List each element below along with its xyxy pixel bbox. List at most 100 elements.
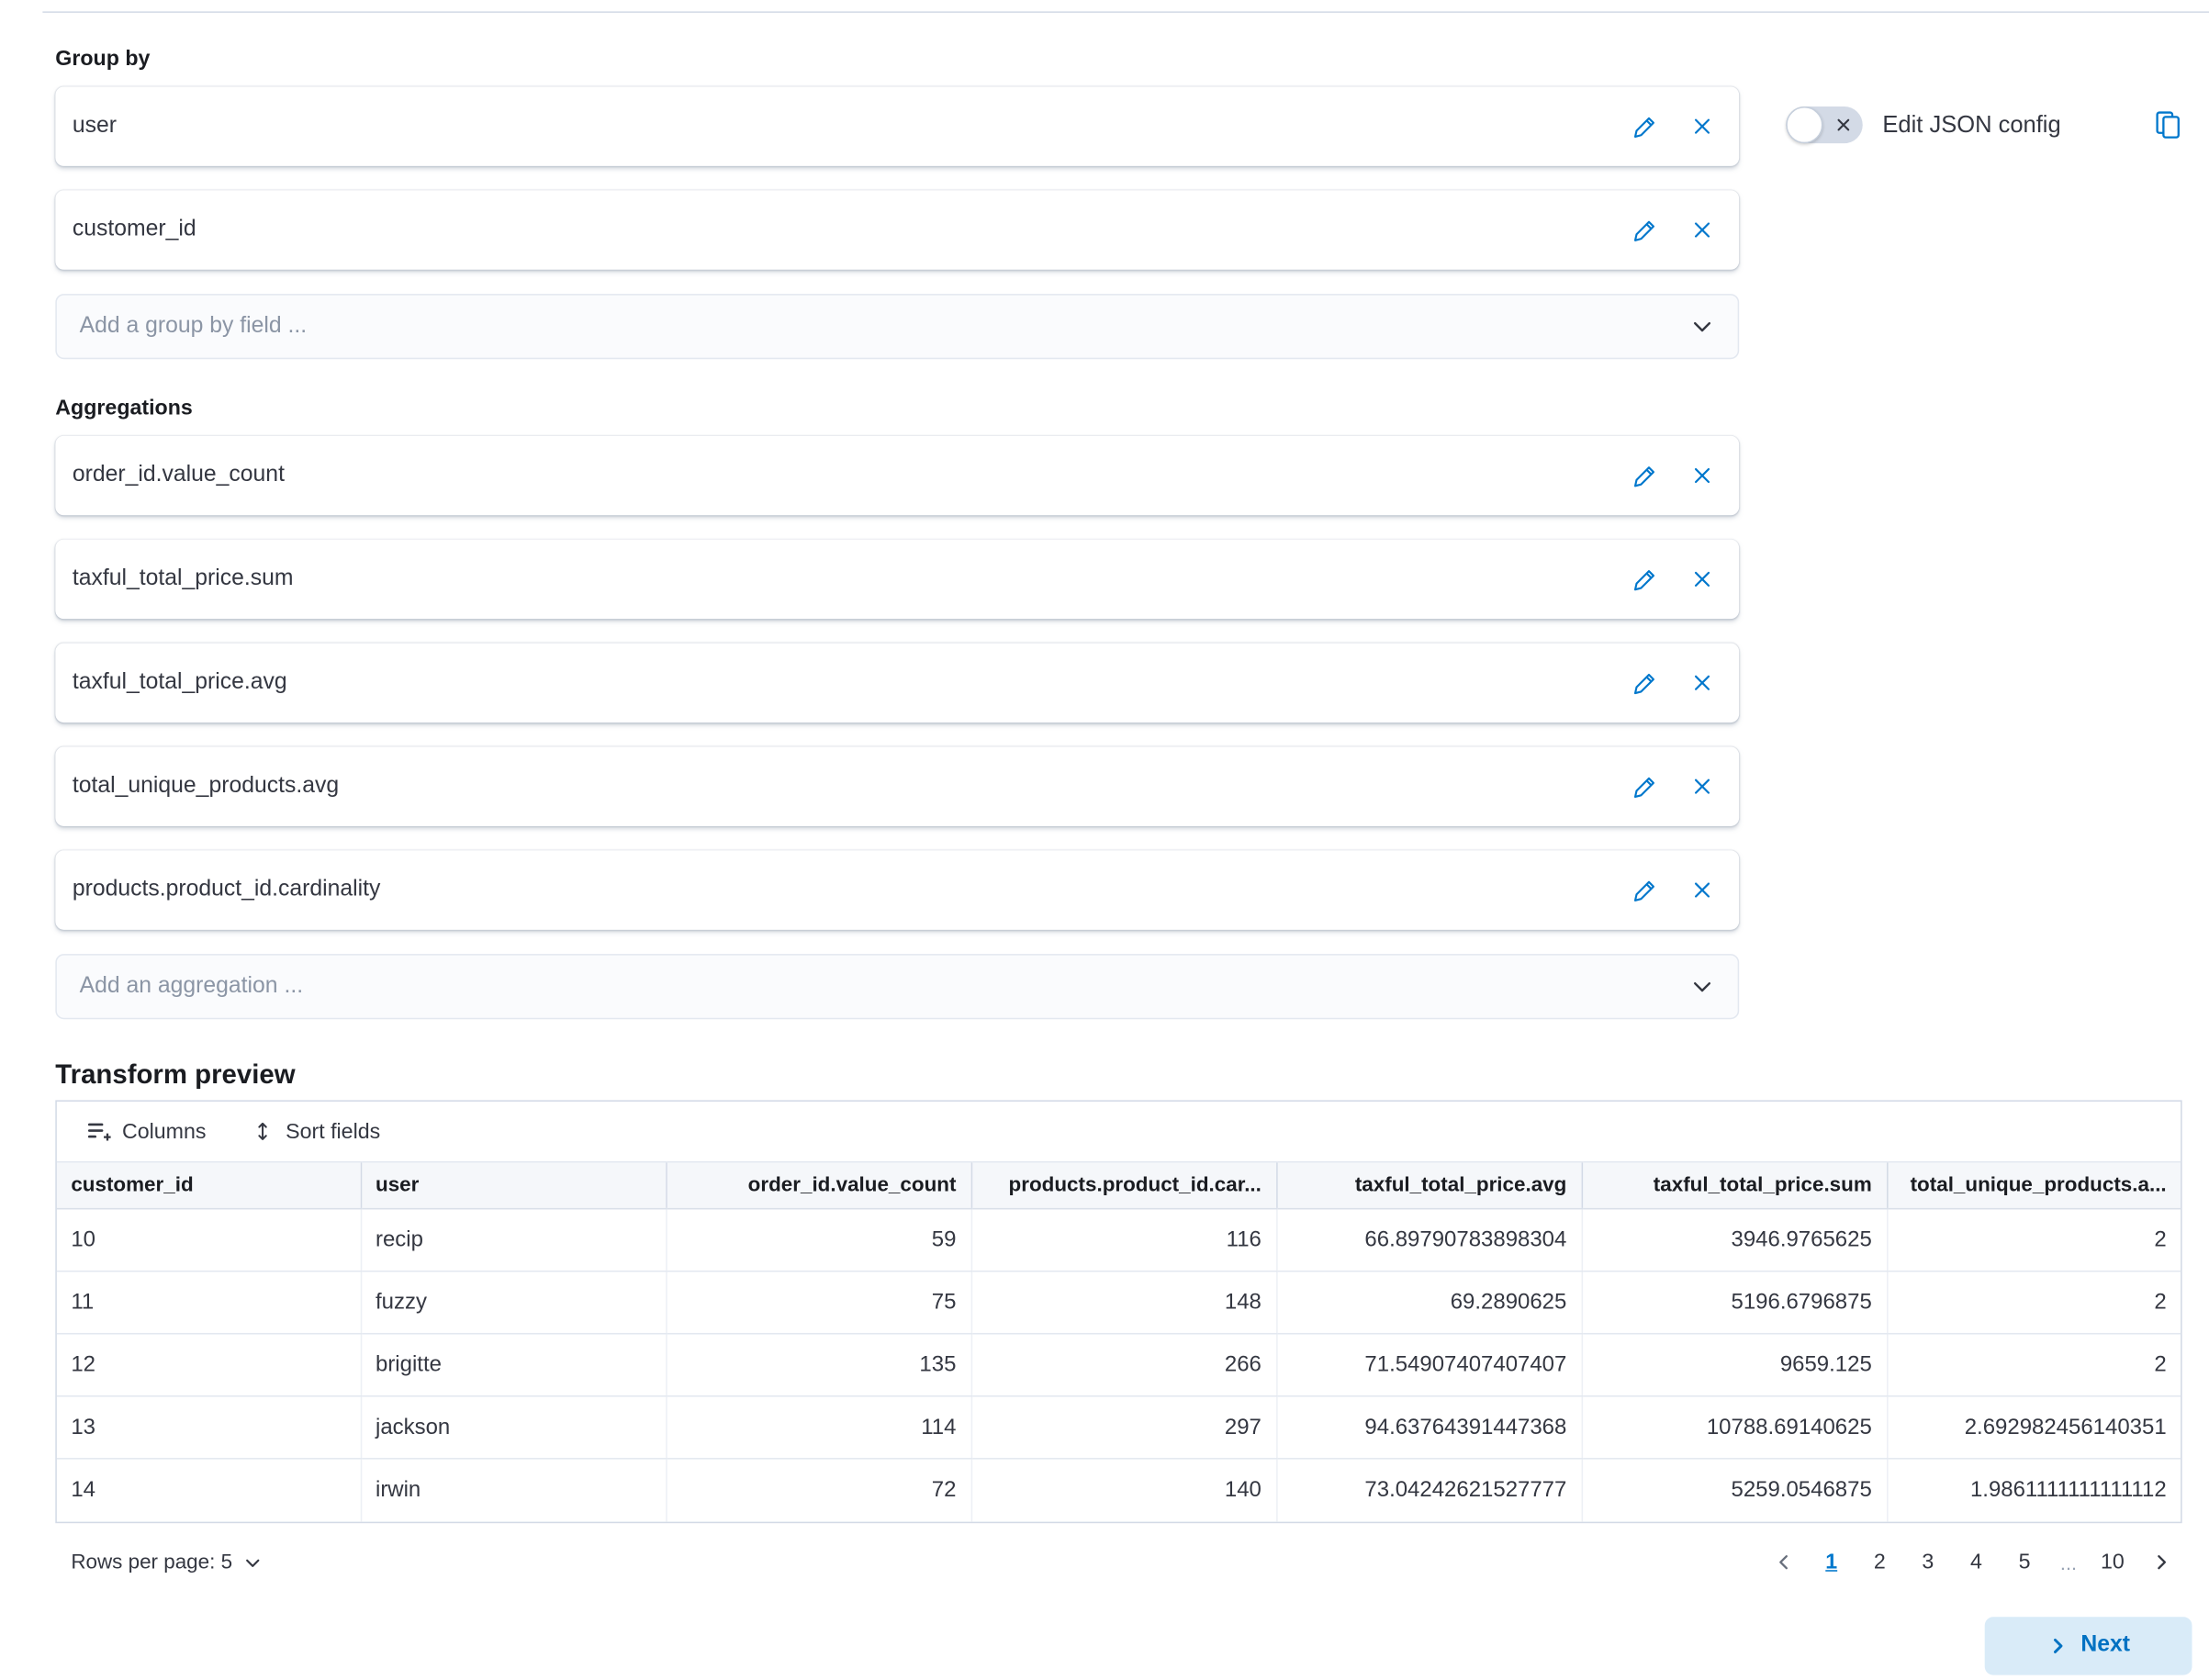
next-button-label: Next <box>2080 1632 2130 1658</box>
pill-actions <box>1630 771 1716 801</box>
pencil-icon <box>1632 878 1656 902</box>
column-header-order-id-value-count[interactable]: order_id.value_count <box>666 1162 970 1209</box>
list-add-icon <box>86 1119 110 1143</box>
column-header-total-unique-products-avg[interactable]: total_unique_products.a... <box>1887 1162 2181 1209</box>
remove-aggregation-button[interactable] <box>1688 876 1717 904</box>
rows-per-page-label: Rows per page: 5 <box>71 1551 232 1574</box>
cross-icon <box>1691 218 1714 241</box>
aggregation-item-label: taxful_total_price.avg <box>73 670 287 696</box>
cross-icon <box>1691 671 1714 694</box>
pagination-page-5[interactable]: 5 <box>2003 1542 2046 1582</box>
add-aggregation-placeholder: Add an aggregation ... <box>80 974 303 1000</box>
pagination-page-1[interactable]: 1 <box>1811 1542 1853 1582</box>
column-header-taxful-total-price-sum[interactable]: taxful_total_price.sum <box>1582 1162 1887 1209</box>
remove-group-by-button[interactable] <box>1688 112 1717 140</box>
wizard-actions: Next <box>55 1616 2192 1674</box>
pagination-page-2[interactable]: 2 <box>1858 1542 1901 1582</box>
next-page-button[interactable] <box>2139 1542 2181 1582</box>
cell-unique-products-avg: 1.9861111111111112 <box>1887 1459 2181 1521</box>
cell-price-avg: 66.89790783898304 <box>1276 1209 1581 1271</box>
column-header-taxful-total-price-avg[interactable]: taxful_total_price.avg <box>1276 1162 1581 1209</box>
transform-preview-title: Transform preview <box>55 1060 2209 1092</box>
cell-user: jackson <box>361 1396 666 1459</box>
top-divider <box>42 11 2209 13</box>
pill-actions <box>1630 565 1716 594</box>
cell-unique-products-avg: 2 <box>1887 1209 2181 1271</box>
table-footer: Rows per page: 5 1 2 3 4 5 ... 10 <box>55 1542 2181 1582</box>
add-aggregation-input[interactable]: Add an aggregation ... <box>55 954 1739 1019</box>
cell-customer-id: 10 <box>57 1209 361 1271</box>
pencil-icon <box>1632 775 1656 799</box>
aggregation-item: order_id.value_count <box>55 436 1739 516</box>
preview-data-grid: Columns Sort fields customer_id user ord… <box>55 1100 2181 1522</box>
table-row: 11 fuzzy 75 148 69.2890625 5196.6796875 … <box>57 1271 2181 1334</box>
aggregation-item-label: products.product_id.cardinality <box>73 878 381 903</box>
pencil-icon <box>1632 114 1656 138</box>
cell-unique-products-avg: 2 <box>1887 1271 2181 1334</box>
json-config-controls: Edit JSON config <box>1739 47 2209 143</box>
add-group-by-field-input[interactable]: Add a group by field ... <box>55 294 1739 359</box>
cell-products-cardinality: 266 <box>971 1334 1276 1396</box>
aggregation-item: taxful_total_price.sum <box>55 540 1739 620</box>
remove-aggregation-button[interactable] <box>1688 772 1717 801</box>
aggregation-item-label: order_id.value_count <box>73 463 285 488</box>
cell-user: recip <box>361 1209 666 1271</box>
column-header-customer-id[interactable]: customer_id <box>57 1162 361 1209</box>
add-group-by-placeholder: Add a group by field ... <box>80 314 308 340</box>
pill-actions <box>1630 215 1716 244</box>
cell-price-sum: 5196.6796875 <box>1582 1271 1887 1334</box>
sort-fields-button[interactable]: Sort fields <box>252 1119 380 1143</box>
edit-json-config-toggle[interactable] <box>1786 106 1863 143</box>
config-left-column: Group by user customer_id <box>55 47 1739 1056</box>
edit-aggregation-button[interactable] <box>1630 668 1659 698</box>
toggle-knob <box>1786 106 1822 143</box>
rows-per-page-button[interactable]: Rows per page: 5 <box>55 1551 262 1574</box>
cross-icon <box>1691 568 1714 591</box>
pill-actions <box>1630 461 1716 490</box>
remove-aggregation-button[interactable] <box>1688 462 1717 490</box>
pagination-page-3[interactable]: 3 <box>1907 1542 1949 1582</box>
copy-config-button[interactable] <box>2155 111 2181 140</box>
config-section: Group by user customer_id <box>55 0 2209 1056</box>
pagination-page-4[interactable]: 4 <box>1955 1542 1997 1582</box>
aggregation-item: products.product_id.cardinality <box>55 850 1739 930</box>
cell-unique-products-avg: 2 <box>1887 1334 2181 1396</box>
cell-order-id-value-count: 135 <box>666 1334 970 1396</box>
column-header-user[interactable]: user <box>361 1162 666 1209</box>
cross-icon <box>1691 115 1714 138</box>
cell-customer-id: 11 <box>57 1271 361 1334</box>
cell-customer-id: 14 <box>57 1459 361 1521</box>
edit-aggregation-button[interactable] <box>1630 875 1659 904</box>
chevron-right-icon <box>2150 1551 2171 1573</box>
remove-aggregation-button[interactable] <box>1688 565 1717 593</box>
edit-group-by-button[interactable] <box>1630 215 1659 244</box>
cell-products-cardinality: 116 <box>971 1209 1276 1271</box>
edit-aggregation-button[interactable] <box>1630 771 1659 801</box>
cell-customer-id: 12 <box>57 1334 361 1396</box>
edit-aggregation-button[interactable] <box>1630 565 1659 594</box>
preview-table: customer_id user order_id.value_count pr… <box>57 1161 2181 1521</box>
column-header-products-product-id-cardinality[interactable]: products.product_id.car... <box>971 1162 1276 1209</box>
group-by-item-label: user <box>73 114 117 140</box>
pagination-page-10[interactable]: 10 <box>2091 1542 2134 1582</box>
cross-icon <box>1691 879 1714 902</box>
copy-clipboard-icon <box>2155 111 2181 140</box>
cell-products-cardinality: 140 <box>971 1459 1276 1521</box>
pencil-icon <box>1632 671 1656 695</box>
edit-group-by-button[interactable] <box>1630 111 1659 140</box>
pencil-icon <box>1632 464 1656 487</box>
remove-aggregation-button[interactable] <box>1688 668 1717 697</box>
edit-aggregation-button[interactable] <box>1630 461 1659 490</box>
cell-price-avg: 94.63764391447368 <box>1276 1396 1581 1459</box>
pill-actions <box>1630 668 1716 698</box>
cell-customer-id: 13 <box>57 1396 361 1459</box>
cell-price-sum: 9659.125 <box>1582 1334 1887 1396</box>
remove-group-by-button[interactable] <box>1688 216 1717 244</box>
previous-page-button[interactable] <box>1762 1542 1804 1582</box>
group-by-item: customer_id <box>55 190 1739 270</box>
next-button[interactable]: Next <box>1985 1616 2192 1674</box>
columns-button[interactable]: Columns <box>86 1119 206 1143</box>
table-row: 12 brigitte 135 266 71.54907407407407 96… <box>57 1334 2181 1396</box>
group-by-label: Group by <box>55 47 1739 71</box>
chevron-right-icon <box>2046 1635 2068 1656</box>
